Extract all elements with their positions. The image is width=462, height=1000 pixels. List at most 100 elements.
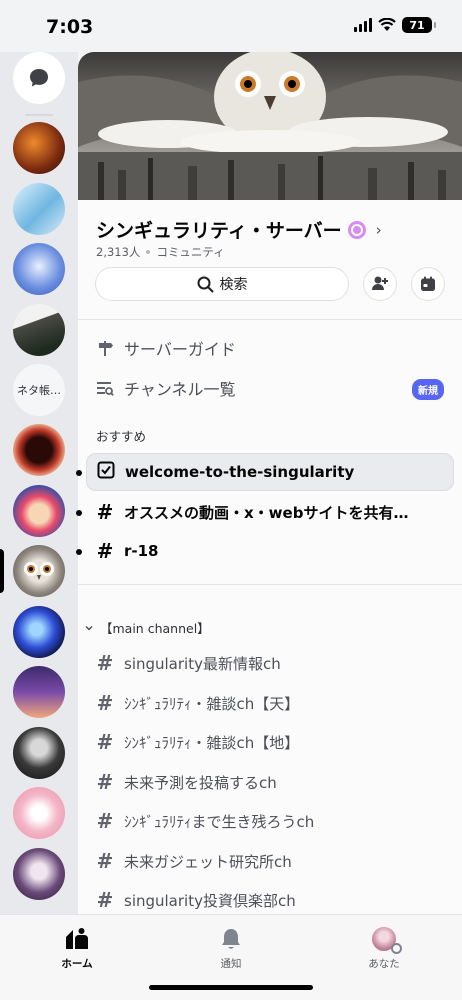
- category-name: 【main channel】: [100, 621, 210, 636]
- server-icon-4[interactable]: [13, 304, 65, 356]
- server-guide-label: サーバーガイド: [124, 340, 236, 359]
- channel-name: ｼﾝｷﾞｭﾗﾘﾃｨまで生き残ろうch: [124, 812, 315, 831]
- server-icon-9[interactable]: [13, 727, 65, 779]
- channel-browse-icon: [96, 379, 114, 397]
- tab-notifications-label: 通知: [220, 958, 242, 970]
- hash-icon: #: [96, 849, 114, 873]
- section-divider: [78, 584, 462, 585]
- wifi-icon: [378, 18, 396, 31]
- tab-notifications[interactable]: 通知: [186, 927, 276, 971]
- hash-icon: #: [96, 730, 114, 754]
- server-meta: 2,313人 コミュニティ: [96, 244, 225, 260]
- owl-avatar: [24, 562, 54, 580]
- tab-home[interactable]: ホーム: [32, 927, 122, 971]
- channel-list-link[interactable]: チャンネル一覧 新規: [78, 370, 462, 406]
- channel-welcome[interactable]: welcome-to-the-singularity: [86, 453, 454, 491]
- server-icon-active[interactable]: [13, 545, 65, 597]
- header-divider: [78, 319, 462, 320]
- signpost-icon: [96, 339, 114, 357]
- channel-row[interactable]: # singularity最新情報ch: [86, 644, 454, 682]
- member-count: 2,313人: [96, 245, 141, 259]
- active-server-indicator: [0, 549, 4, 593]
- channel-row[interactable]: # 未来予測を投稿するch: [86, 763, 454, 801]
- server-type: コミュニティ: [156, 245, 225, 259]
- status-bar: 7:03 71: [0, 0, 462, 52]
- tab-home-label: ホーム: [61, 958, 93, 970]
- channel-name: ｼﾝｷﾞｭﾗﾘﾃｨ・雑談ch【天】: [124, 694, 300, 713]
- search-icon: [197, 276, 213, 292]
- channel-list-label: チャンネル一覧: [124, 380, 236, 399]
- hash-icon: #: [96, 888, 114, 912]
- home-indicator: [149, 985, 313, 990]
- channel-row[interactable]: # ｼﾝｷﾞｭﾗﾘﾃｨ・雑談ch【地】: [86, 723, 454, 761]
- invite-button[interactable]: [363, 267, 397, 301]
- channel-name: singularity投資倶楽部ch: [124, 891, 296, 910]
- hash-icon: #: [96, 809, 114, 833]
- unread-dot: [76, 510, 82, 516]
- meta-separator: [146, 250, 151, 254]
- chat-bubble-icon: [30, 69, 48, 87]
- add-member-icon: [372, 276, 388, 290]
- channel-row[interactable]: # ｼﾝｷﾞｭﾗﾘﾃｨまで生き残ろうch: [86, 802, 454, 840]
- status-indicator: [391, 943, 402, 954]
- tab-you-label: あなた: [368, 958, 400, 970]
- server-panel: シンギュラリティ・サーバー › 2,313人 コミュニティ 検索 サーバーガイド…: [78, 52, 462, 914]
- server-icon-7[interactable]: [13, 606, 65, 658]
- events-button[interactable]: [411, 267, 445, 301]
- server-header[interactable]: シンギュラリティ・サーバー ›: [96, 216, 382, 243]
- banner-image: [78, 52, 462, 200]
- server-icon-2[interactable]: [13, 183, 65, 235]
- chevron-right-icon: ›: [375, 220, 382, 239]
- server-guide-link[interactable]: サーバーガイド: [78, 330, 462, 366]
- channel-row[interactable]: # singularity投資倶楽部ch: [86, 881, 454, 914]
- channel-r18[interactable]: # r-18: [86, 532, 454, 570]
- server-icon-5[interactable]: [13, 424, 65, 476]
- channel-row[interactable]: # 未来ガジェット研究所ch: [86, 842, 454, 880]
- channel-name: 未来予測を投稿するch: [124, 773, 277, 792]
- status-icons: 71: [354, 17, 436, 33]
- channel-name: r-18: [124, 542, 159, 560]
- channel-name: オススメの動画・x・webサイトを共有…: [124, 503, 409, 522]
- server-icon-3[interactable]: [13, 243, 65, 295]
- server-icon-1[interactable]: [13, 122, 65, 174]
- server-folder[interactable]: ネタ帳…: [13, 364, 65, 416]
- search-label: 検索: [219, 277, 248, 293]
- server-name: シンギュラリティ・サーバー: [96, 220, 342, 242]
- nsfw-hash-icon: #: [96, 539, 114, 563]
- channel-name: 未来ガジェット研究所ch: [124, 852, 292, 871]
- channel-row[interactable]: # ｼﾝｷﾞｭﾗﾘﾃｨ・雑談ch【天】: [86, 684, 454, 722]
- category-header[interactable]: 【main channel】: [84, 618, 210, 637]
- rail-separator: [25, 114, 53, 116]
- search-button[interactable]: 検索: [95, 267, 349, 301]
- server-rail: [0, 52, 78, 914]
- status-time: 7:03: [46, 16, 94, 38]
- server-banner: [78, 52, 462, 200]
- unread-dot: [76, 470, 82, 476]
- hash-icon: #: [96, 500, 114, 524]
- boost-badge-icon: [347, 220, 366, 239]
- recommended-heading: おすすめ: [96, 429, 147, 444]
- channel-share-recommendations[interactable]: # オススメの動画・x・webサイトを共有…: [86, 493, 454, 531]
- cellular-signal-icon: [354, 18, 372, 32]
- rules-icon: [97, 461, 115, 483]
- chevron-down-icon: [85, 625, 93, 631]
- home-icon: [66, 928, 88, 949]
- server-icon-10[interactable]: [13, 787, 65, 839]
- unread-dot: [76, 549, 82, 555]
- bell-icon: [222, 929, 240, 949]
- channel-name: welcome-to-the-singularity: [125, 463, 355, 481]
- direct-messages-button[interactable]: [13, 52, 65, 104]
- channel-name: singularity最新情報ch: [124, 654, 281, 673]
- hash-icon: #: [96, 651, 114, 675]
- server-icon-6[interactable]: [13, 485, 65, 537]
- tab-you[interactable]: あなた: [339, 927, 429, 971]
- server-icon-8[interactable]: [13, 666, 65, 718]
- new-badge: 新規: [412, 379, 444, 400]
- server-icon-11[interactable]: [13, 848, 65, 900]
- hash-icon: #: [96, 770, 114, 794]
- channel-name: ｼﾝｷﾞｭﾗﾘﾃｨ・雑談ch【地】: [124, 733, 300, 752]
- calendar-icon: [421, 276, 435, 291]
- user-avatar: [372, 927, 402, 954]
- battery-icon: 71: [402, 17, 436, 33]
- hash-icon: #: [96, 691, 114, 715]
